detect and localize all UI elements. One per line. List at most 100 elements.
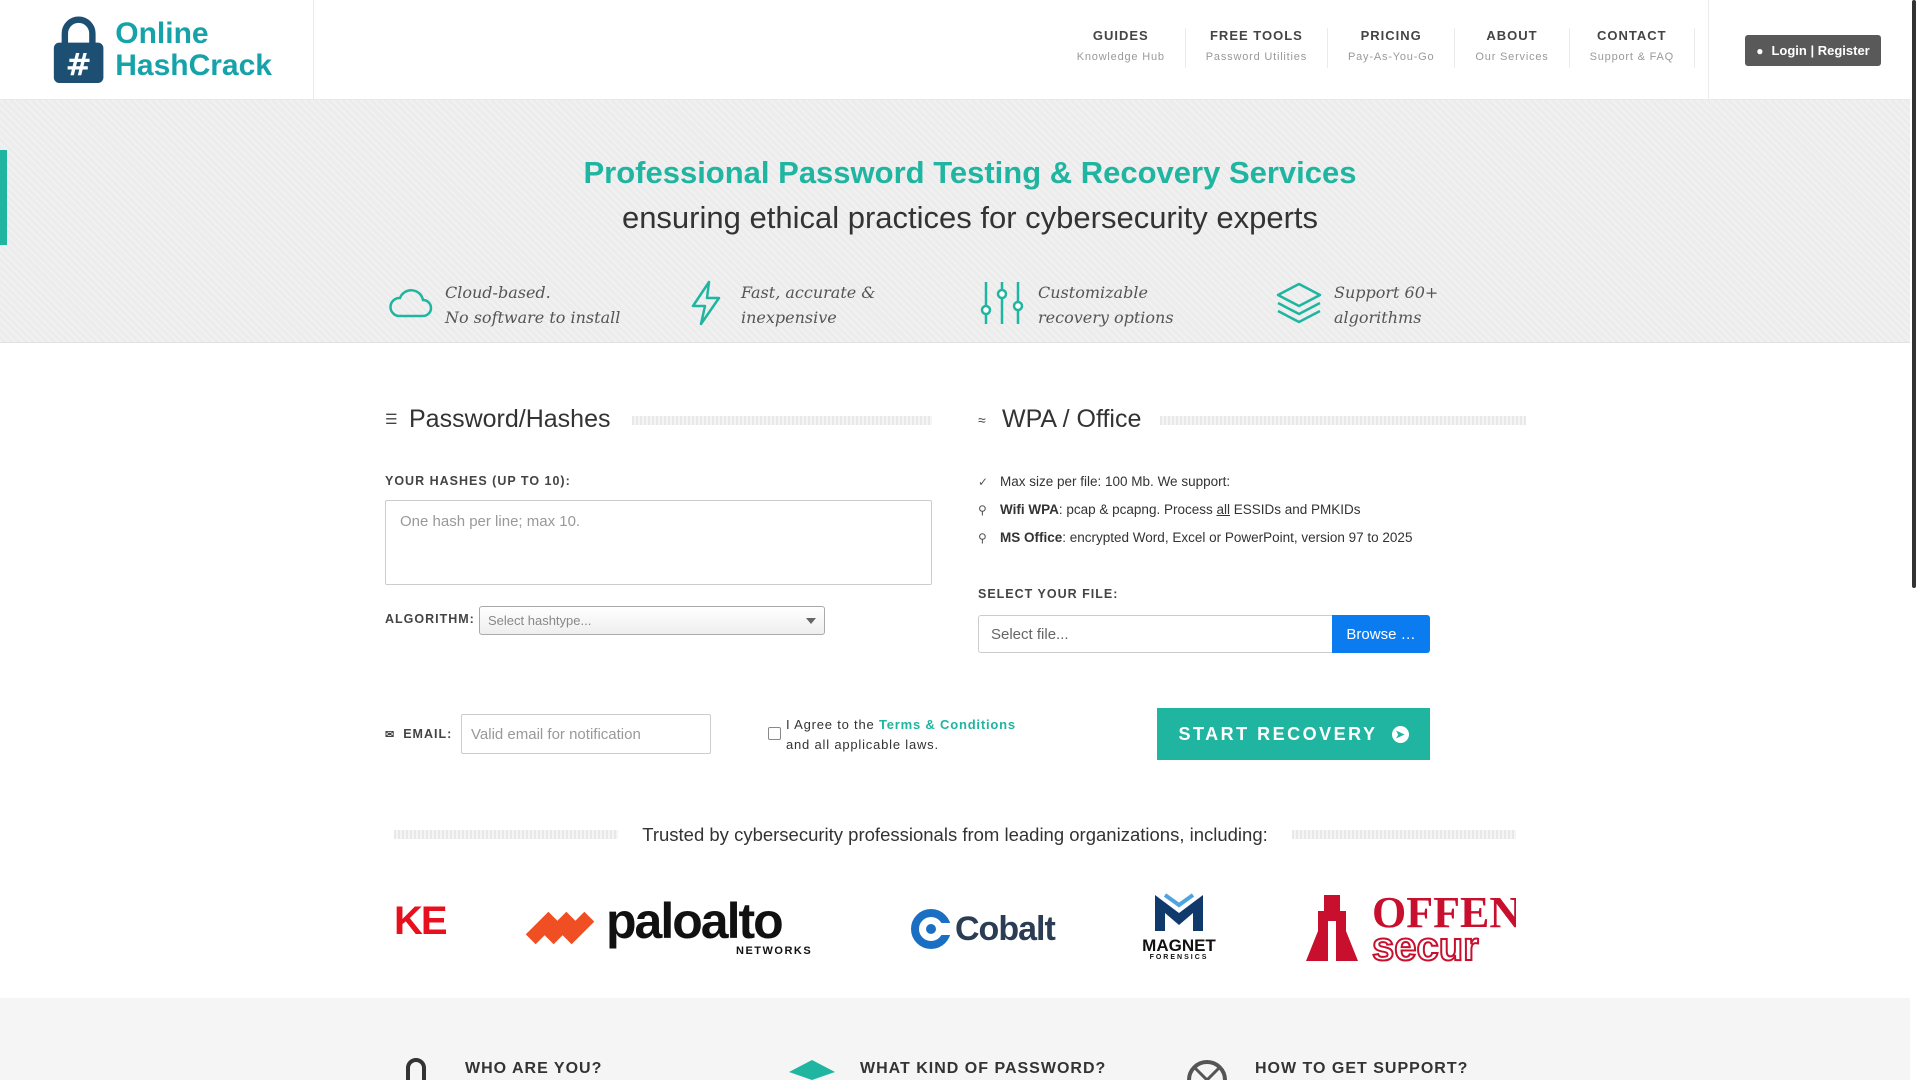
paloalto-wordmark: paloalto	[606, 893, 784, 949]
info-what-kind-of-password[interactable]: WHAT KIND OF PASSWORD?	[860, 1060, 1106, 1078]
login-register-button[interactable]: ● Login | Register	[1745, 35, 1881, 66]
start-label: START RECOVERY	[1178, 723, 1378, 744]
feature-bolt: Fast, accurate & inexpensive	[683, 280, 876, 330]
wpa-bullet-size: ✓ Max size per file: 100 Mb. We support:	[978, 474, 1230, 489]
email-label-group: ✉ EMAIL:	[385, 727, 452, 741]
feature-text: Support 60+	[1334, 283, 1439, 302]
main-nav: GUIDES Knowledge Hub FREE TOOLS Password…	[1057, 28, 1695, 68]
heading-text: WPA / Office	[1002, 405, 1142, 433]
feature-text: inexpensive	[741, 308, 837, 327]
feature-cloud: Cloud-based. No software to install	[387, 280, 620, 330]
hashes-label: YOUR HASHES (UP TO 10):	[385, 474, 571, 488]
file-placeholder: Select file...	[991, 626, 1069, 643]
paloalto-sub: NETWORKS	[736, 945, 813, 957]
envelope-icon: ✉	[385, 728, 396, 741]
email-label: EMAIL:	[403, 727, 453, 741]
terms-checkbox[interactable]	[768, 727, 781, 740]
feature-layers: Support 60+ algorithms	[1276, 280, 1438, 330]
partner-logo-offsec: OFFENS secur	[1302, 891, 1516, 965]
hashes-textarea[interactable]: One hash per line; max 10.	[385, 500, 932, 585]
nav-title: FREE TOOLS	[1209, 28, 1303, 43]
wpa-bullet-wifi: ⚲ Wifi WPA : pcap & pcapng. Process all …	[978, 502, 1361, 517]
svg-text:#: #	[66, 48, 92, 84]
bolt-icon	[691, 280, 721, 326]
info-how-to-get-support[interactable]: HOW TO GET SUPPORT?	[1255, 1060, 1468, 1078]
textarea-placeholder: One hash per line; max 10.	[400, 513, 581, 530]
nav-title: PRICING	[1360, 28, 1422, 43]
partner-logo-magnet: MAGNET FORENSICS	[1134, 891, 1224, 965]
lifebuoy-icon	[1187, 1060, 1227, 1080]
sliders-icon	[980, 282, 1024, 324]
magnet-wordmark: MAGNET	[1142, 936, 1216, 955]
start-recovery-button[interactable]: START RECOVERY ➤	[1157, 708, 1430, 760]
heading-divider	[632, 416, 932, 425]
nav-subtitle: Our Services	[1475, 51, 1549, 63]
partner-logo-cobalt: Cobalt	[911, 907, 1056, 951]
hero-subtitle: ensuring ethical practices for cybersecu…	[621, 200, 1319, 235]
nav-about[interactable]: ABOUT Our Services	[1455, 28, 1570, 68]
partner-logo-paloalto: paloalto NETWORKS	[526, 893, 826, 957]
feature-text: Customizable	[1038, 283, 1148, 302]
browse-button[interactable]: Browse …	[1332, 615, 1430, 653]
site-logo[interactable]: # Online HashCrack	[52, 10, 272, 90]
partner-logo-ke: KE	[394, 899, 448, 943]
feature-text: algorithms	[1334, 308, 1422, 327]
wifi-icon: ≈	[978, 411, 986, 428]
site-header: # Online HashCrack GUIDES Knowledge Hub …	[0, 0, 1910, 100]
feature-text: No software to install	[445, 308, 621, 327]
login-label: Login | Register	[1771, 43, 1870, 58]
section-heading-hashes: ☰ Password/Hashes	[385, 405, 610, 434]
heading-divider	[1160, 416, 1526, 425]
logo-wordmark: Online HashCrack	[115, 18, 272, 82]
nav-title: GUIDES	[1092, 28, 1149, 43]
trusted-heading: Trusted by cybersecurity professionals f…	[0, 824, 1910, 846]
offsec-sub: secur	[1371, 925, 1480, 965]
feature-text: Fast, accurate &	[741, 283, 876, 302]
cobalt-mark-icon	[911, 909, 951, 949]
layers-icon	[1276, 282, 1322, 324]
nav-pricing[interactable]: PRICING Pay-As-You-Go	[1328, 28, 1456, 68]
email-placeholder: Valid email for notification	[471, 726, 641, 743]
terms-agreement: I Agree to the Terms & Conditions and al…	[786, 715, 1016, 755]
heading-text: Password/Hashes	[409, 405, 611, 433]
file-input[interactable]: Select file...	[978, 615, 1332, 653]
bullet-text: : encrypted Word, Excel or PowerPoint, v…	[1062, 530, 1413, 545]
user-icon: ●	[1756, 43, 1764, 58]
layers-icon	[789, 1060, 835, 1080]
nav-free-tools[interactable]: FREE TOOLS Password Utilities	[1186, 28, 1328, 68]
trusted-text: Trusted by cybersecurity professionals f…	[632, 824, 1278, 845]
email-input[interactable]: Valid email for notification	[461, 714, 711, 754]
partner-logos: KE paloalto NETWORKS Cobalt MAGNET FOREN…	[394, 885, 1516, 966]
nav-guides[interactable]: GUIDES Knowledge Hub	[1057, 28, 1186, 68]
bullet-bold: MS Office	[1000, 530, 1063, 545]
terms-link[interactable]: Terms & Conditions	[879, 717, 1016, 732]
magnet-sub: FORENSICS	[1149, 954, 1209, 961]
nav-subtitle: Pay-As-You-Go	[1348, 51, 1435, 63]
chevron-down-icon	[806, 618, 816, 624]
nav-subtitle: Knowledge Hub	[1076, 51, 1165, 63]
bullet-text: : pcap & pcapng. Process	[1058, 502, 1217, 517]
algorithm-label: ALGORITHM:	[385, 612, 475, 626]
agree-text: I Agree to the	[786, 717, 879, 732]
layers-icon: ☰	[385, 411, 398, 427]
select-value: Select hashtype...	[488, 613, 592, 628]
nav-title: CONTACT	[1597, 28, 1667, 43]
bullet-underline: all	[1216, 502, 1230, 517]
section-heading-wpa: ≈ WPA / Office	[978, 405, 1141, 434]
algorithm-select[interactable]: Select hashtype...	[479, 606, 825, 635]
check-icon: ✓	[978, 474, 989, 489]
logo-line-2: HashCrack	[115, 49, 272, 82]
info-who-are-you[interactable]: WHO ARE YOU?	[465, 1060, 602, 1078]
nav-contact[interactable]: CONTACT Support & FAQ	[1570, 28, 1695, 68]
scrollbar-thumb[interactable]	[1912, 0, 1916, 588]
offsec-knight-icon	[1306, 895, 1358, 961]
feature-sliders: Customizable recovery options	[980, 280, 1174, 330]
feature-text: Cloud-based.	[445, 283, 551, 302]
arrow-circle-right-icon: ➤	[1391, 725, 1409, 743]
bulb-icon: ⚲	[978, 502, 987, 517]
bulb-icon: ⚲	[978, 530, 987, 545]
file-label: SELECT YOUR FILE:	[978, 587, 1119, 601]
bullet-text: ESSIDs and PMKIDs	[1229, 502, 1361, 517]
magnet-mark-icon	[1155, 893, 1203, 931]
lock-icon	[406, 1058, 426, 1080]
